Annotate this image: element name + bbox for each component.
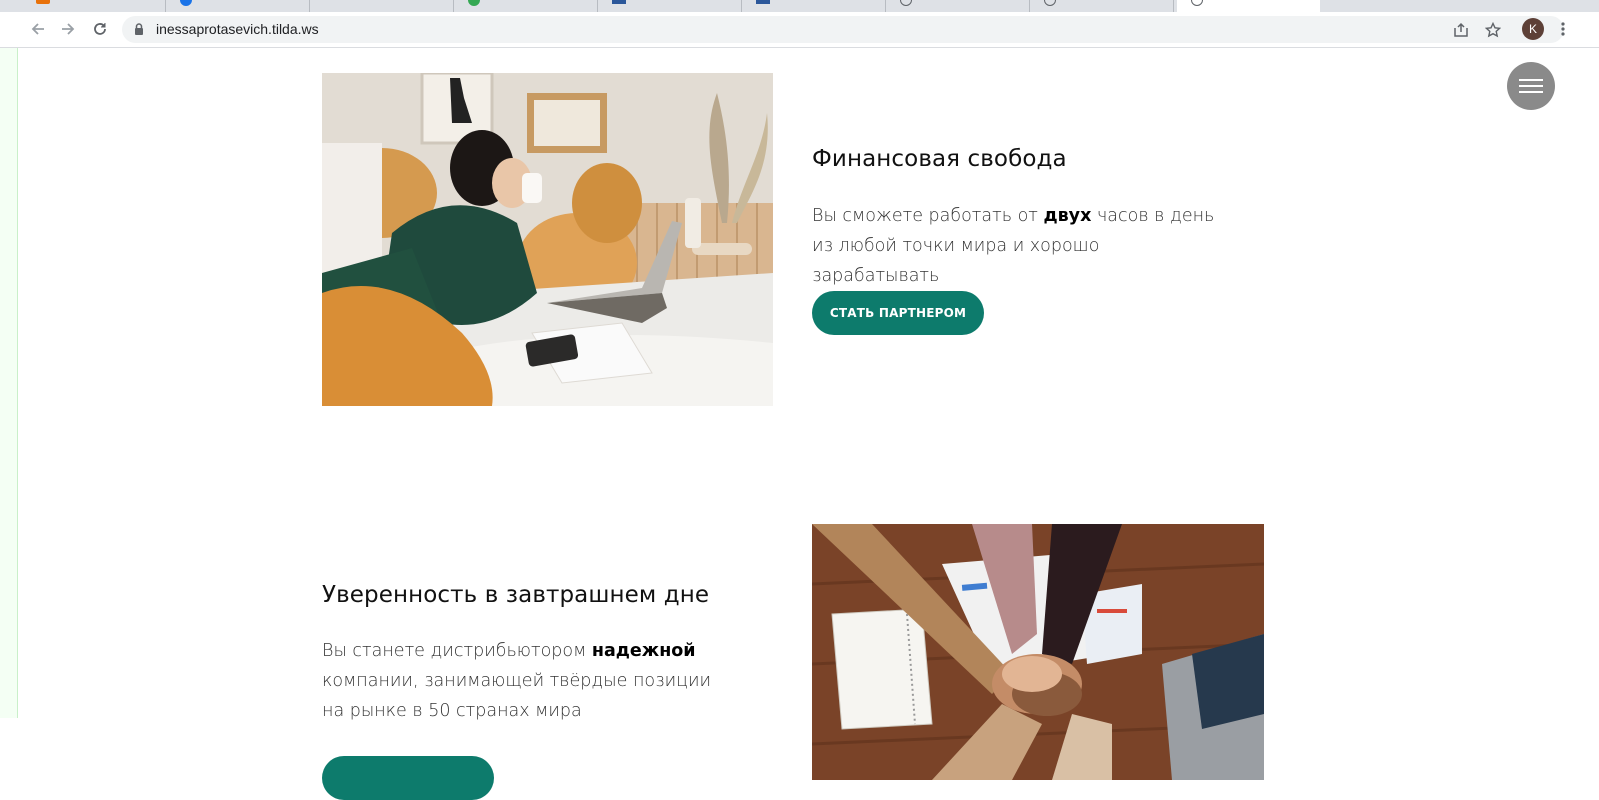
browser-menu-button[interactable]: [1555, 18, 1571, 40]
browser-tab-strip: [0, 0, 1599, 12]
browser-tab[interactable]: [886, 0, 1030, 12]
browser-toolbar: inessaprotasevich.tilda.ws K: [0, 12, 1599, 48]
section-description: Вы сможете работать от двух часов в день…: [812, 201, 1222, 291]
browser-tab[interactable]: [598, 0, 742, 12]
share-icon: [1454, 22, 1468, 37]
section-cta-button[interactable]: [322, 756, 494, 800]
woman-laptop-photo: [322, 73, 773, 406]
description-bold-text: двух: [1043, 206, 1092, 226]
section-heading: Уверенность в завтрашнем дне: [322, 582, 710, 608]
team-hands-photo: [812, 524, 1264, 780]
side-panel-edge: [0, 48, 18, 718]
star-icon: [1485, 22, 1501, 38]
tab-favicon-icon: [468, 0, 480, 6]
lock-icon[interactable]: [134, 23, 144, 41]
reload-button[interactable]: [89, 18, 111, 40]
section-heading: Финансовая свобода: [812, 146, 1067, 172]
tab-favicon-icon: [900, 0, 912, 6]
back-icon: [31, 23, 44, 35]
tab-favicon-icon: [180, 0, 192, 6]
kebab-menu-icon: [1561, 22, 1565, 36]
browser-tab[interactable]: [1322, 0, 1465, 12]
browser-tab-active[interactable]: [1177, 0, 1320, 12]
become-partner-button[interactable]: СТАТЬ ПАРТНЕРОМ: [812, 291, 984, 335]
hamburger-icon: [1519, 79, 1543, 93]
description-text: Вы сможете работать от: [812, 206, 1044, 226]
browser-tab[interactable]: [1030, 0, 1174, 12]
browser-tab[interactable]: [22, 0, 166, 12]
description-text: Вы станете дистрибьютором: [322, 641, 592, 661]
back-button[interactable]: [27, 18, 49, 40]
browser-tab[interactable]: [166, 0, 310, 12]
browser-tab[interactable]: [310, 0, 454, 12]
tab-favicon-icon: [36, 0, 50, 4]
tab-favicon-icon: [1044, 0, 1056, 6]
browser-tab[interactable]: [742, 0, 886, 12]
tab-favicon-icon: [1191, 0, 1203, 6]
forward-icon: [62, 23, 75, 35]
url-text[interactable]: inessaprotasevich.tilda.ws: [156, 16, 319, 43]
profile-avatar[interactable]: K: [1522, 18, 1544, 40]
share-button[interactable]: [1450, 19, 1472, 41]
description-text: компании, занимающей твёрдые позиции на …: [322, 671, 712, 721]
address-bar[interactable]: inessaprotasevich.tilda.ws: [122, 16, 1564, 43]
reload-icon: [94, 23, 106, 35]
menu-button[interactable]: [1507, 62, 1555, 110]
bookmark-button[interactable]: [1482, 19, 1504, 41]
tab-favicon-icon: [756, 0, 770, 4]
tab-favicon-icon: [612, 0, 626, 4]
description-bold-text: надежной: [591, 641, 696, 661]
browser-tab[interactable]: [454, 0, 598, 12]
forward-button[interactable]: [57, 18, 79, 40]
section-description: Вы станете дистрибьютором надежной компа…: [322, 636, 732, 726]
